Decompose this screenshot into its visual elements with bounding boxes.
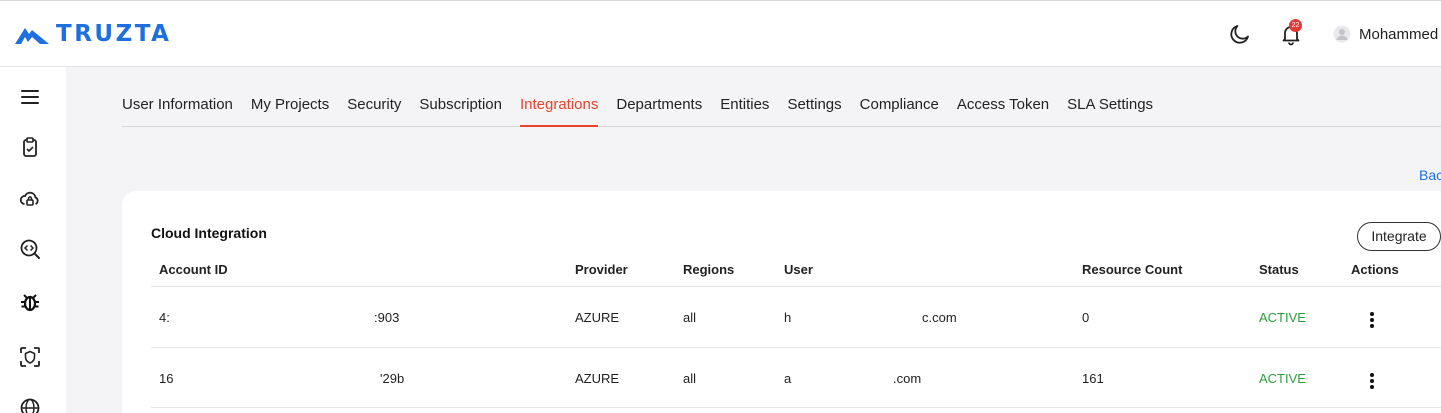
tab-user-information[interactable]: User Information	[122, 96, 233, 127]
notification-badge: 22	[1289, 19, 1302, 32]
settings-tabs: User Information My Projects Security Su…	[122, 96, 1441, 127]
brand-logo[interactable]: TRUZTA	[14, 21, 171, 47]
user-start: a	[784, 371, 792, 386]
regions-cell: all	[683, 371, 697, 386]
tab-sla-settings[interactable]: SLA Settings	[1067, 96, 1153, 127]
provider-cell: AZURE	[575, 310, 620, 325]
column-header-account-id: Account ID	[159, 262, 228, 277]
tab-entities[interactable]: Entities	[720, 96, 769, 127]
resource-count-cell: 161	[1082, 371, 1104, 386]
provider-cell: AZURE	[575, 371, 620, 386]
account-id-start: 16	[159, 371, 174, 386]
user-end: .com	[893, 371, 922, 386]
column-header-user: User	[784, 262, 813, 277]
table-divider	[151, 407, 1441, 408]
column-header-regions: Regions	[683, 262, 735, 277]
more-actions-icon[interactable]	[1369, 372, 1375, 390]
cloud-lock-icon[interactable]	[18, 187, 42, 211]
cloud-integration-card	[122, 191, 1441, 413]
brand-name: TRUZTA	[56, 21, 172, 47]
menu-icon[interactable]	[18, 85, 42, 109]
integrate-button[interactable]: Integrate	[1357, 222, 1441, 251]
column-header-provider: Provider	[575, 262, 628, 277]
column-header-status: Status	[1259, 262, 1299, 277]
table-divider	[151, 347, 1441, 348]
tab-my-projects[interactable]: My Projects	[251, 96, 329, 127]
account-id-end: :903	[374, 310, 400, 325]
moon-icon[interactable]	[1228, 22, 1252, 46]
user-end: c.com	[922, 310, 957, 325]
code-search-icon[interactable]	[18, 237, 42, 261]
column-header-actions: Actions	[1351, 262, 1399, 277]
bug-icon[interactable]	[18, 290, 42, 314]
tab-departments[interactable]: Departments	[616, 96, 702, 127]
tab-integrations[interactable]: Integrations	[519, 96, 599, 127]
status-badge: ACTIVE	[1259, 310, 1306, 325]
back-link[interactable]: Bac	[1419, 167, 1441, 183]
tab-security[interactable]: Security	[347, 96, 401, 127]
user-name[interactable]: Mohammed	[1359, 26, 1438, 43]
truzta-logo-icon	[15, 28, 49, 44]
column-header-resource-count: Resource Count	[1082, 262, 1183, 277]
user-start: h	[784, 310, 792, 325]
avatar-icon[interactable]	[1333, 25, 1351, 43]
top-header: TRUZTA 22 Mohammed	[0, 0, 1441, 67]
resource-count-cell: 0	[1082, 310, 1090, 325]
tab-compliance[interactable]: Compliance	[860, 96, 939, 127]
globe-icon[interactable]	[18, 396, 42, 413]
tab-access-token[interactable]: Access Token	[957, 96, 1049, 127]
status-badge: ACTIVE	[1259, 371, 1306, 386]
card-title: Cloud Integration	[151, 225, 267, 241]
regions-cell: all	[683, 310, 697, 325]
tab-settings[interactable]: Settings	[787, 96, 841, 127]
more-actions-icon[interactable]	[1369, 311, 1375, 329]
clipboard-icon[interactable]	[18, 135, 42, 159]
left-sidebar	[0, 67, 66, 413]
tab-subscription[interactable]: Subscription	[419, 96, 502, 127]
shield-scan-icon[interactable]	[18, 345, 42, 369]
account-id-start: 4:	[159, 310, 170, 325]
account-id-end: '29b	[380, 371, 405, 386]
table-divider	[151, 286, 1441, 287]
